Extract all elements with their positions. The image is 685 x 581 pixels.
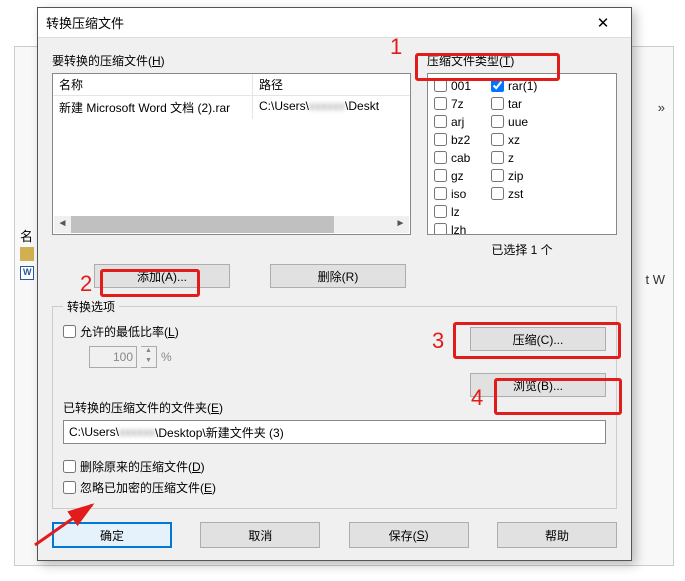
type-checkbox-tar[interactable]: tar [491, 95, 537, 112]
options-group: 转换选项 允许的最低比率(L) 100 ▲▼ % 压缩(C)... 浏览(B). [52, 298, 617, 509]
file-path-cell: C:\Users\xxxxxx\Deskt [253, 96, 410, 119]
selected-count-label: 已选择 1 个 [427, 241, 617, 258]
percent-label: % [161, 350, 172, 364]
bg-word-icon [20, 266, 34, 280]
ratio-spinner[interactable]: 100 ▲▼ % [89, 346, 172, 368]
scroll-right-icon[interactable]: ► [392, 216, 409, 233]
column-path[interactable]: 路径 [253, 74, 410, 95]
bg-column-name: 名 [20, 226, 33, 245]
type-checkbox-zst[interactable]: zst [491, 185, 537, 202]
files-label: 要转换的压缩文件(H) [52, 52, 411, 69]
folder-label: 已转换的压缩文件的文件夹(E) [63, 399, 606, 416]
spin-up-icon[interactable]: ▲ [141, 347, 156, 357]
type-checkbox-z[interactable]: z [491, 149, 537, 166]
type-checkbox-arj[interactable]: arj [434, 113, 471, 130]
options-legend: 转换选项 [63, 298, 119, 315]
file-name-cell: 新建 Microsoft Word 文档 (2).rar [53, 96, 253, 119]
type-checkbox-cab[interactable]: cab [434, 149, 471, 166]
remove-button[interactable]: 删除(R) [270, 264, 406, 288]
compress-button[interactable]: 压缩(C)... [470, 327, 606, 351]
ignore-encrypted-checkbox[interactable]: 忽略已加密的压缩文件(E) [63, 479, 606, 496]
save-button[interactable]: 保存(S) [349, 522, 469, 548]
files-listbox[interactable]: 名称 路径 新建 Microsoft Word 文档 (2).rar C:\Us… [52, 73, 411, 235]
bg-text-fragment: t W [646, 272, 666, 287]
dialog-title: 转换压缩文件 [46, 13, 583, 32]
bg-folder-icon [20, 247, 34, 261]
close-icon[interactable]: ✕ [583, 14, 623, 32]
type-checkbox-7z[interactable]: 7z [434, 95, 471, 112]
types-listbox: 0017zarjbz2cabgzisolzlzh rar(1)taruuexzz… [427, 73, 617, 235]
column-name[interactable]: 名称 [53, 74, 253, 95]
ok-button[interactable]: 确定 [52, 522, 172, 548]
type-checkbox-xz[interactable]: xz [491, 131, 537, 148]
type-checkbox-gz[interactable]: gz [434, 167, 471, 184]
delete-original-checkbox[interactable]: 删除原来的压缩文件(D) [63, 458, 606, 475]
table-row[interactable]: 新建 Microsoft Word 文档 (2).rar C:\Users\xx… [53, 96, 410, 119]
files-list-header: 名称 路径 [53, 74, 410, 96]
type-checkbox-lz[interactable]: lz [434, 203, 471, 220]
allow-lowest-ratio-checkbox[interactable]: 允许的最低比率(L) [63, 323, 446, 340]
type-checkbox-zip[interactable]: zip [491, 167, 537, 184]
scroll-thumb[interactable] [71, 216, 334, 233]
type-checkbox-rar1[interactable]: rar(1) [491, 77, 537, 94]
folder-path-input[interactable]: C:\Users\xxxxxx\Desktop\新建文件夹 (3) [63, 420, 606, 444]
scroll-left-icon[interactable]: ◄ [54, 216, 71, 233]
spin-down-icon[interactable]: ▼ [141, 357, 156, 367]
titlebar: 转换压缩文件 ✕ [38, 8, 631, 38]
type-checkbox-uue[interactable]: uue [491, 113, 537, 130]
browse-button[interactable]: 浏览(B)... [470, 373, 606, 397]
type-checkbox-bz2[interactable]: bz2 [434, 131, 471, 148]
type-checkbox-iso[interactable]: iso [434, 185, 471, 202]
cancel-button[interactable]: 取消 [200, 522, 320, 548]
bg-chevrons-icon: » [658, 100, 665, 115]
horizontal-scrollbar[interactable]: ◄ ► [54, 216, 409, 233]
scroll-track[interactable] [71, 216, 392, 233]
add-button[interactable]: 添加(A)... [94, 264, 230, 288]
type-checkbox-001[interactable]: 001 [434, 77, 471, 94]
help-button[interactable]: 帮助 [497, 522, 617, 548]
type-checkbox-lzh[interactable]: lzh [434, 221, 471, 235]
types-label: 压缩文件类型(T) [427, 52, 617, 69]
convert-archives-dialog: 转换压缩文件 ✕ 要转换的压缩文件(H) 名称 路径 新建 Microsoft … [37, 7, 632, 561]
